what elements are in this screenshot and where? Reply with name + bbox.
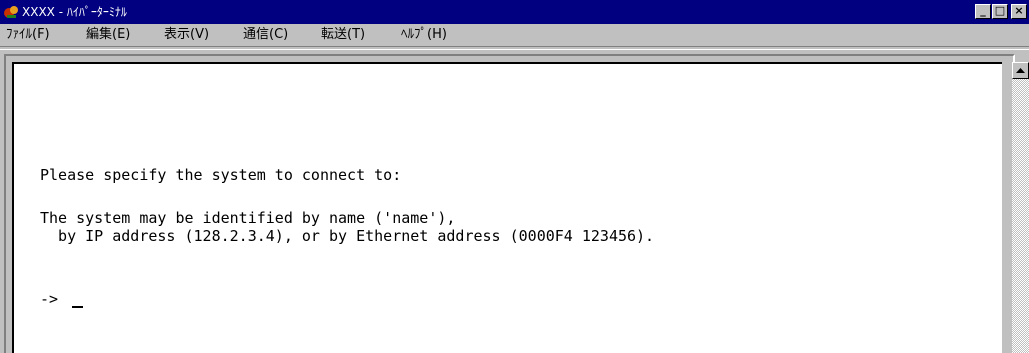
minimize-button[interactable]: _: [975, 4, 991, 19]
vertical-scrollbar[interactable]: [1012, 62, 1029, 353]
arrow-up-icon: [1016, 68, 1025, 73]
menu-help[interactable]: ﾍﾙﾌﾟ(H): [401, 27, 447, 43]
text-cursor: [72, 306, 83, 308]
hyperterminal-app-icon[interactable]: [3, 4, 19, 20]
menu-call[interactable]: 通信(C): [243, 27, 288, 43]
hyperterminal-window: XXXX - ﾊｲﾊﾟｰﾀｰﾐﾅﾙ _ □ × ﾌｧｲﾙ(F) 編集(E) 表示…: [0, 0, 1029, 353]
terminal-line: The system may be identified by name ('n…: [40, 209, 456, 227]
window-title: XXXX - ﾊｲﾊﾟｰﾀｰﾐﾅﾙ: [22, 5, 127, 19]
terminal-line: by IP address (128.2.3.4), or by Etherne…: [40, 227, 655, 245]
menu-bar: ﾌｧｲﾙ(F) 編集(E) 表示(V) 通信(C) 転送(T) ﾍﾙﾌﾟ(H): [0, 24, 1029, 46]
menu-file[interactable]: ﾌｧｲﾙ(F): [6, 27, 50, 43]
close-button[interactable]: ×: [1011, 4, 1027, 19]
terminal-screen[interactable]: Please specify the system to connect to:…: [12, 62, 1002, 353]
maximize-button[interactable]: □: [992, 4, 1008, 19]
terminal-prompt: ->: [40, 290, 68, 308]
menu-view[interactable]: 表示(V): [164, 27, 209, 43]
terminal-line: Please specify the system to connect to:: [40, 166, 402, 184]
menu-transfer[interactable]: 転送(T): [321, 27, 365, 43]
menu-edit[interactable]: 編集(E): [86, 27, 130, 43]
scroll-up-button[interactable]: [1012, 62, 1029, 79]
title-bar[interactable]: XXXX - ﾊｲﾊﾟｰﾀｰﾐﾅﾙ _ □ ×: [0, 0, 1029, 24]
